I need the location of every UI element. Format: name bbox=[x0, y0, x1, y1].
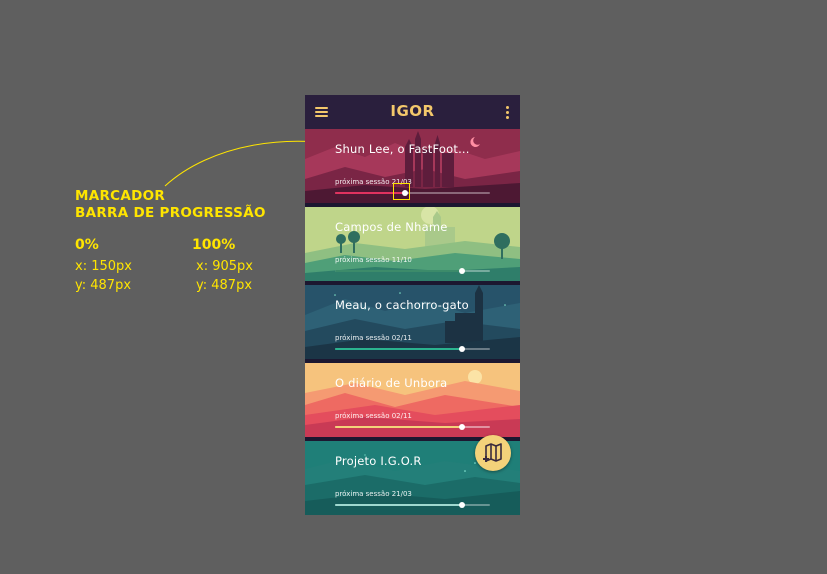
campaign-card-4[interactable]: O diário de Unbora próxima sessão 02/11 bbox=[305, 363, 520, 437]
progress-bar[interactable] bbox=[335, 502, 490, 508]
add-map-icon bbox=[483, 443, 502, 462]
kebab-menu-icon[interactable] bbox=[506, 106, 510, 119]
annotation-start-x: x: 150px bbox=[75, 259, 132, 274]
progress-bar[interactable] bbox=[335, 346, 490, 352]
annotation-start-label: 0% bbox=[75, 237, 99, 253]
campaign-title: Projeto I.G.O.R bbox=[335, 454, 422, 468]
app-bar: IGOR bbox=[305, 95, 520, 129]
progress-fill bbox=[335, 348, 463, 350]
campaign-title: Campos de Nhame bbox=[335, 220, 448, 234]
campaign-card-1[interactable]: Shun Lee, o FastFoot... próxima sessão 2… bbox=[305, 129, 520, 203]
next-session-label: próxima sessão 11/10 bbox=[335, 256, 412, 264]
progress-bar[interactable] bbox=[335, 190, 490, 196]
annotation-title: MARCADOR BARRA DE PROGRESSÃO bbox=[75, 188, 266, 222]
progress-marker-highlight bbox=[393, 183, 410, 200]
annotation-end-y: y: 487px bbox=[196, 278, 253, 293]
campaign-title: O diário de Unbora bbox=[335, 376, 448, 390]
progress-fill bbox=[335, 426, 463, 428]
annotation-start: 0% x: 150px y: 487px bbox=[75, 236, 132, 295]
next-session-label: próxima sessão 21/03 bbox=[335, 490, 412, 498]
annotation-start-y: y: 487px bbox=[75, 278, 132, 293]
annotation-end-x: x: 905px bbox=[196, 259, 253, 274]
add-map-button[interactable] bbox=[475, 435, 511, 471]
next-session-label: próxima sessão 02/11 bbox=[335, 412, 412, 420]
progress-fill bbox=[335, 270, 463, 272]
campaign-card-3[interactable]: Meau, o cachorro-gato próxima sessão 02/… bbox=[305, 285, 520, 359]
campaign-title: Shun Lee, o FastFoot... bbox=[335, 142, 470, 156]
app-logo: IGOR bbox=[390, 102, 435, 120]
annotation-title-line2: BARRA DE PROGRESSÃO bbox=[75, 205, 266, 221]
campaign-title: Meau, o cachorro-gato bbox=[335, 298, 469, 312]
progress-bar[interactable] bbox=[335, 268, 490, 274]
annotation-title-line1: MARCADOR bbox=[75, 188, 166, 204]
next-session-label: próxima sessão 02/11 bbox=[335, 334, 412, 342]
progress-bar[interactable] bbox=[335, 424, 490, 430]
annotation-end: 100% x: 905px y: 487px bbox=[192, 236, 253, 295]
campaign-card-2[interactable]: Campos de Nhame próxima sessão 11/10 bbox=[305, 207, 520, 281]
annotation-end-label: 100% bbox=[192, 237, 236, 253]
progress-fill bbox=[335, 504, 463, 506]
